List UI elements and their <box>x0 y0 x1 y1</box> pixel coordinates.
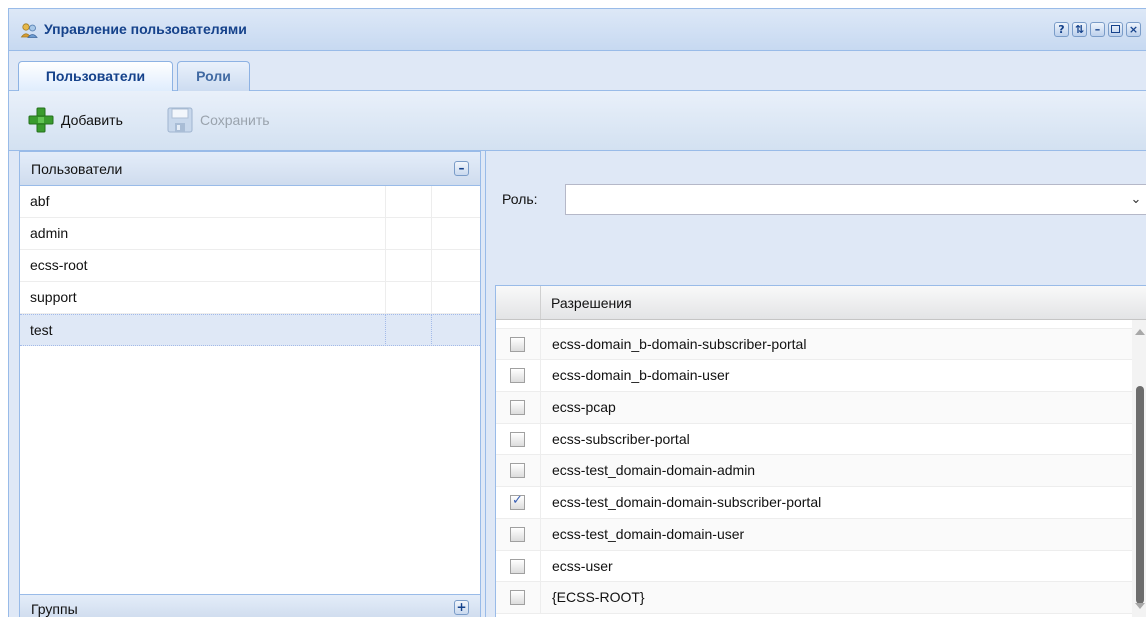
checkbox-cell <box>496 518 541 550</box>
header-checkbox-column <box>496 286 541 319</box>
scroll-down-icon[interactable] <box>1135 603 1145 609</box>
user-name: ecss-root <box>30 257 88 273</box>
list-item[interactable]: admin <box>20 218 480 250</box>
groups-panel-header[interactable]: Группы + <box>20 594 480 617</box>
permission-checkbox[interactable] <box>510 493 525 511</box>
permission-name: ecss-pcap <box>552 399 616 416</box>
window-title: Управление пользователями <box>44 21 247 37</box>
role-select[interactable]: ⌄ <box>565 184 1146 215</box>
checkbox-cell <box>496 455 541 487</box>
permission-name: ecss-test_domain-domain-subscriber-porta… <box>552 494 822 511</box>
table-row[interactable]: ecss-user <box>496 550 1132 583</box>
table-row[interactable]: ecss-domain_b-domain-admin <box>496 320 1132 329</box>
permission-name: ecss-user <box>552 557 613 574</box>
save-label: Сохранить <box>200 112 270 128</box>
permission-name: ecss-domain_b-domain-subscriber-portal <box>552 335 807 352</box>
list-item[interactable]: support <box>20 282 480 314</box>
checkbox-cell <box>496 423 541 455</box>
list-item[interactable]: abf <box>20 186 480 218</box>
table-row[interactable]: ecss-subscriber-portal <box>496 423 1132 456</box>
permission-checkbox[interactable] <box>510 526 525 542</box>
scroll-thumb[interactable] <box>1136 386 1144 604</box>
user-management-window: Управление пользователями ? ⇅ – × Пользо… <box>8 8 1146 617</box>
permission-name: ecss-subscriber-portal <box>552 430 690 447</box>
vertical-scrollbar[interactable] <box>1132 320 1146 617</box>
permissions-header: Разрешения <box>496 286 1146 320</box>
scroll-up-icon[interactable] <box>1135 329 1145 335</box>
users-icon <box>20 23 38 38</box>
users-panel-title: Пользователи <box>31 161 123 177</box>
permission-checkbox[interactable] <box>510 368 525 384</box>
role-panel: Роль: ⌄ Разрешения ecss-domain_b-domain-… <box>485 151 1146 617</box>
tab-users[interactable]: Пользователи <box>18 61 173 92</box>
table-row[interactable]: {ECSS-ROOT} <box>496 582 1132 614</box>
permission-name: ecss-test_domain-domain-admin <box>552 462 756 479</box>
users-panel-header: Пользователи – <box>20 152 480 186</box>
toolbar: Добавить Сохранить <box>9 91 1146 151</box>
permissions-column-title[interactable]: Разрешения <box>551 295 632 311</box>
users-list: abf admin ecss-root support test <box>20 186 480 346</box>
save-icon <box>167 107 193 133</box>
refresh-icon[interactable]: ⇅ <box>1072 22 1087 37</box>
checkbox-cell <box>496 582 541 613</box>
groups-panel-title: Группы <box>31 601 78 617</box>
help-icon[interactable]: ? <box>1054 22 1069 37</box>
save-button[interactable]: Сохранить <box>166 104 270 136</box>
permission-name: ecss-test_domain-domain-user <box>552 525 745 542</box>
checkbox-cell <box>496 360 541 392</box>
window-titlebar: Управление пользователями ? ⇅ – × <box>9 9 1146 51</box>
permission-checkbox[interactable] <box>510 590 525 606</box>
user-name: support <box>30 289 77 305</box>
user-name: abf <box>30 193 50 209</box>
add-icon <box>28 107 54 133</box>
table-row[interactable]: ecss-test_domain-domain-admin <box>496 455 1132 488</box>
chevron-down-icon[interactable]: ⌄ <box>1125 185 1146 214</box>
permission-checkbox[interactable] <box>510 558 525 574</box>
permission-name: ecss-domain_b-domain-user <box>552 367 730 384</box>
checkbox-cell <box>496 392 541 423</box>
maximize-icon[interactable] <box>1108 22 1123 37</box>
checkbox-cell <box>496 550 541 582</box>
permission-checkbox[interactable] <box>510 400 525 416</box>
role-label: Роль: <box>502 191 538 207</box>
checkbox-cell <box>496 320 541 328</box>
table-row[interactable]: ecss-test_domain-domain-user <box>496 518 1132 551</box>
list-item[interactable]: ecss-root <box>20 250 480 282</box>
tab-strip: Пользователи Роли <box>9 51 1146 92</box>
table-row[interactable]: ecss-domain_b-domain-subscriber-portal <box>496 328 1132 361</box>
tab-roles[interactable]: Роли <box>177 61 250 91</box>
add-label: Добавить <box>61 112 123 128</box>
window-tools: ? ⇅ – × <box>1054 22 1141 37</box>
permission-checkbox[interactable] <box>510 463 525 479</box>
users-panel: Пользователи – abf admin ecss-root suppo… <box>19 151 481 617</box>
user-name: test <box>30 322 53 338</box>
user-name: admin <box>30 225 69 241</box>
collapse-icon[interactable]: – <box>454 161 469 176</box>
expand-icon[interactable]: + <box>454 600 469 615</box>
permission-checkbox[interactable] <box>510 336 525 352</box>
list-item-selected[interactable]: test <box>20 314 480 346</box>
permissions-body: ecss-domain_b-domain-admin ecss-domain_b-… <box>496 320 1132 617</box>
add-button[interactable]: Добавить <box>27 104 123 136</box>
close-icon[interactable]: × <box>1126 22 1141 37</box>
permission-checkbox[interactable] <box>510 431 525 447</box>
table-row[interactable]: ecss-pcap <box>496 392 1132 424</box>
checkbox-cell <box>496 487 541 518</box>
checkbox-cell <box>496 328 541 360</box>
permission-name: {ECSS-ROOT} <box>552 589 645 606</box>
permissions-grid: Разрешения ecss-domain_b-domain-adminecs… <box>495 285 1146 617</box>
table-row[interactable]: ecss-test_domain-domain-subscriber-porta… <box>496 487 1132 519</box>
table-row[interactable]: ecss-domain_b-domain-user <box>496 360 1132 393</box>
minimize-icon[interactable]: – <box>1090 22 1105 37</box>
